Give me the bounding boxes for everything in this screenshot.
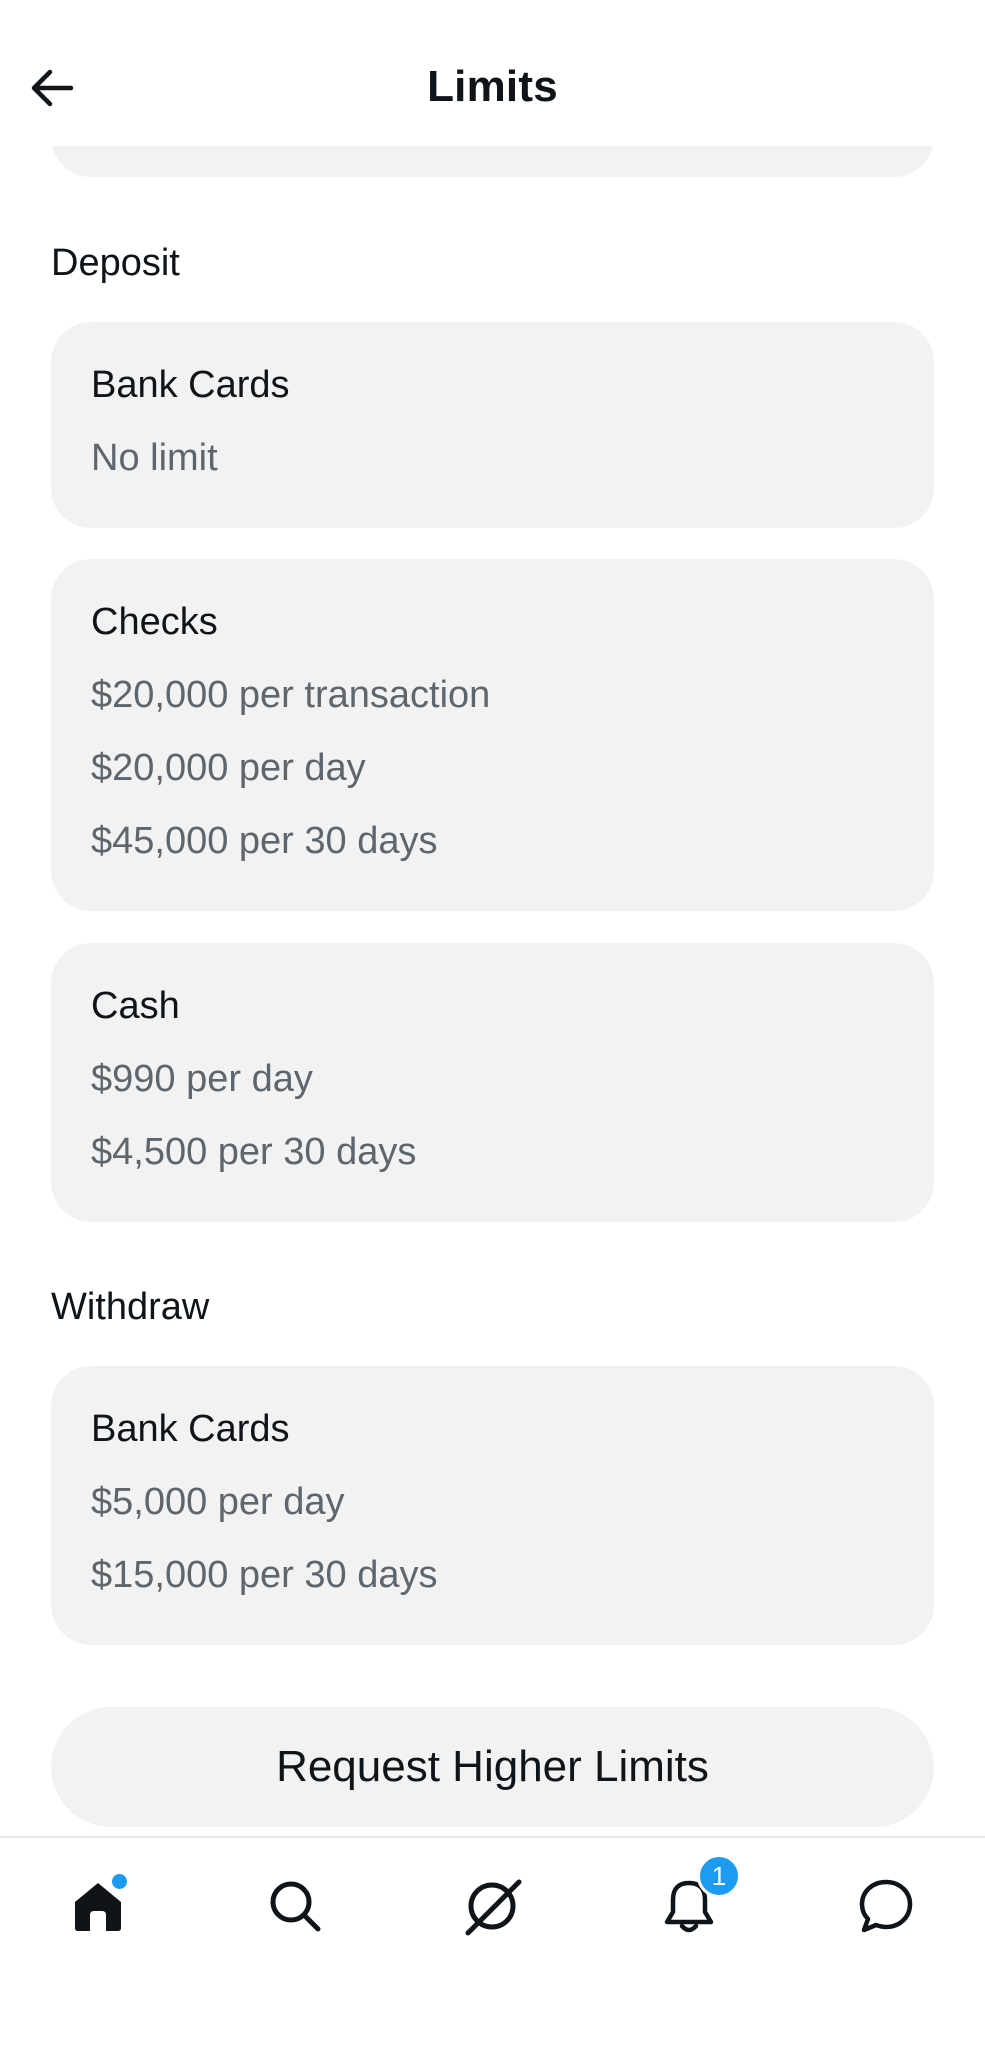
tab-messages[interactable] xyxy=(846,1868,926,1948)
deposit-card-checks: Checks $20,000 per transaction $20,000 p… xyxy=(51,559,934,911)
card-title: Checks xyxy=(91,601,218,643)
message-icon xyxy=(857,1877,915,1940)
withdraw-card-bank-cards: Bank Cards $5,000 per day $15,000 per 30… xyxy=(51,1366,934,1645)
section-title-deposit: Deposit xyxy=(51,242,180,284)
tab-notifications[interactable]: 1 xyxy=(649,1854,741,1948)
card-limit-line: $5,000 per day xyxy=(91,1481,345,1523)
section-title-withdraw: Withdraw xyxy=(51,1286,210,1328)
top-bar: Limits xyxy=(0,0,985,146)
card-limit-line: $4,500 per 30 days xyxy=(91,1131,417,1173)
card-title: Bank Cards xyxy=(91,1408,290,1450)
card-limit-line: No limit xyxy=(91,437,218,479)
card-limit-line: $990 per day xyxy=(91,1058,313,1100)
bottom-tab-bar: 1 xyxy=(0,1836,985,2049)
home-unread-dot xyxy=(110,1872,129,1891)
request-higher-limits-button[interactable]: Request Higher Limits xyxy=(51,1707,934,1827)
card-limit-line: $20,000 per transaction xyxy=(91,674,491,716)
page-title: Limits xyxy=(427,62,558,111)
notification-count-badge: 1 xyxy=(697,1854,741,1898)
tab-home[interactable] xyxy=(58,1868,138,1948)
tab-grok[interactable] xyxy=(452,1868,532,1948)
card-title: Bank Cards xyxy=(91,364,290,406)
grok-icon xyxy=(462,1876,522,1941)
card-title: Cash xyxy=(91,985,180,1027)
tab-search[interactable] xyxy=(255,1868,335,1948)
deposit-card-cash: Cash $990 per day $4,500 per 30 days xyxy=(51,943,934,1222)
card-limit-line: $45,000 per 30 days xyxy=(91,820,438,862)
card-limit-line: $15,000 per 30 days xyxy=(91,1554,438,1596)
deposit-card-bank-cards: Bank Cards No limit xyxy=(51,322,934,528)
card-limit-line: $20,000 per day xyxy=(91,747,366,789)
search-icon xyxy=(267,1878,323,1939)
